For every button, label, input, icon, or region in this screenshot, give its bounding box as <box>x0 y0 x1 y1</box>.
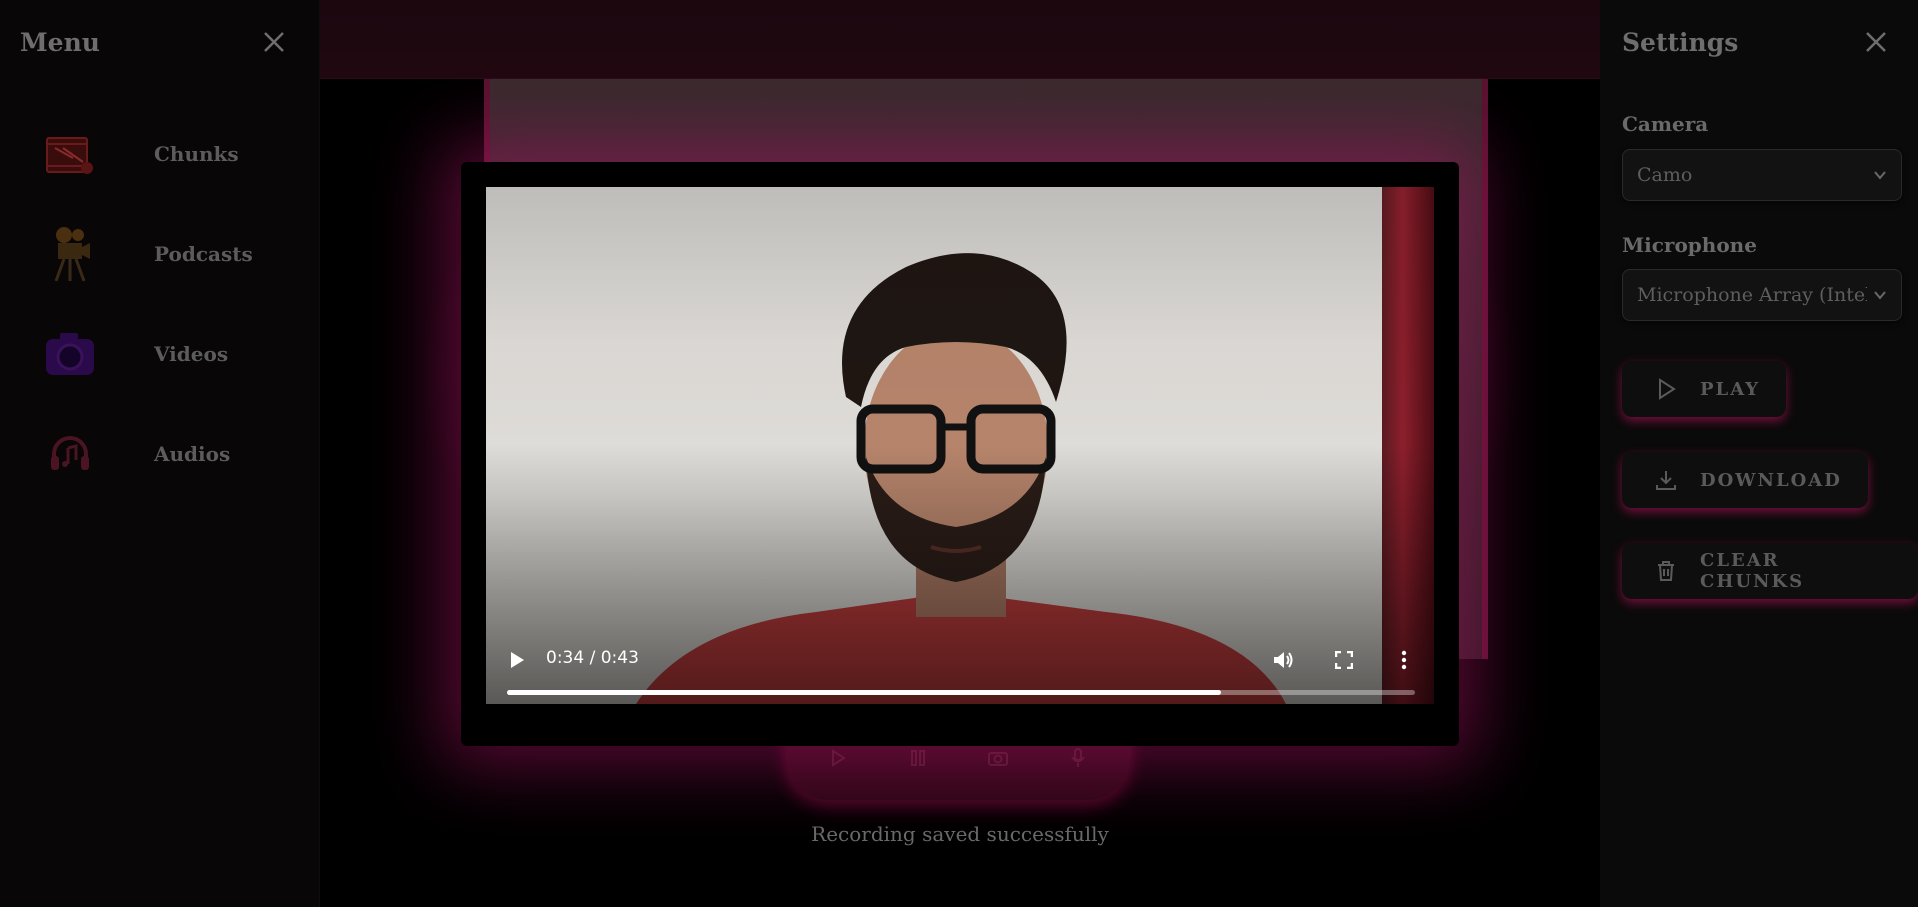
video-play-button[interactable] <box>503 646 531 674</box>
menu-item-videos[interactable]: Videos <box>40 322 280 386</box>
settings-close-button[interactable] <box>1864 30 1888 54</box>
fullscreen-button[interactable] <box>1330 646 1358 674</box>
settings-panel: Settings Camera Camo Microphone Micropho… <box>1600 0 1918 907</box>
play-icon <box>511 652 524 668</box>
pause-icon <box>911 750 925 766</box>
menu-panel: Menu Chunks Podcasts Videos Audios <box>0 0 320 907</box>
more-options-button[interactable] <box>1390 646 1418 674</box>
menu-item-chunks[interactable]: Chunks <box>40 122 280 186</box>
microphone-select[interactable]: Microphone Array (Intel® <box>1622 269 1902 321</box>
play-icon <box>1659 378 1676 400</box>
headphones-music-icon <box>40 424 100 484</box>
camera-select[interactable]: Camo <box>1622 149 1902 201</box>
microphone-icon <box>1071 748 1085 767</box>
camera-select-value: Camo <box>1637 164 1693 186</box>
volume-icon <box>1274 652 1293 668</box>
status-message: Recording saved successfully <box>811 822 1109 846</box>
menu-item-podcasts[interactable]: Podcasts <box>40 222 280 286</box>
settings-title: Settings <box>1622 28 1739 57</box>
clear-chunks-button[interactable]: CLEAR CHUNKS <box>1622 543 1918 599</box>
menu-item-label: Chunks <box>154 142 239 166</box>
menu-title: Menu <box>20 28 100 57</box>
chevron-down-icon <box>1874 171 1886 180</box>
film-clapper-icon <box>40 124 100 184</box>
volume-button[interactable] <box>1270 646 1298 674</box>
video-player[interactable] <box>486 187 1434 704</box>
video-time: 0:34 / 0:43 <box>546 648 639 668</box>
camera-icon <box>988 752 1008 766</box>
download-icon <box>1656 471 1676 490</box>
microphone-select-value: Microphone Array (Intel® <box>1637 284 1867 306</box>
fullscreen-icon <box>1335 651 1353 669</box>
camera-icon <box>40 324 100 384</box>
clear-chunks-label: CLEAR CHUNKS <box>1700 550 1805 592</box>
play-button-label: PLAY <box>1700 378 1761 400</box>
more-vertical-icon <box>1401 650 1407 670</box>
controls-gradient <box>486 187 1434 704</box>
close-icon <box>264 32 284 52</box>
video-progress-fill <box>507 690 1221 695</box>
menu-item-label: Audios <box>154 442 231 466</box>
video-progress-bar[interactable] <box>507 690 1415 695</box>
menu-item-label: Videos <box>154 342 229 366</box>
top-bar <box>320 0 1600 79</box>
menu-close-button[interactable] <box>262 30 286 54</box>
download-button[interactable]: DOWNLOAD <box>1622 452 1868 508</box>
play-icon <box>832 749 846 767</box>
download-button-label: DOWNLOAD <box>1700 469 1842 491</box>
menu-item-audios[interactable]: Audios <box>40 422 280 486</box>
film-camera-icon <box>40 224 100 284</box>
menu-item-label: Podcasts <box>154 242 253 266</box>
play-button[interactable]: PLAY <box>1622 361 1787 417</box>
trash-icon <box>1658 561 1674 581</box>
camera-label: Camera <box>1622 112 1709 136</box>
chevron-down-icon <box>1874 291 1886 300</box>
close-icon <box>1866 32 1886 52</box>
microphone-label: Microphone <box>1622 233 1757 257</box>
